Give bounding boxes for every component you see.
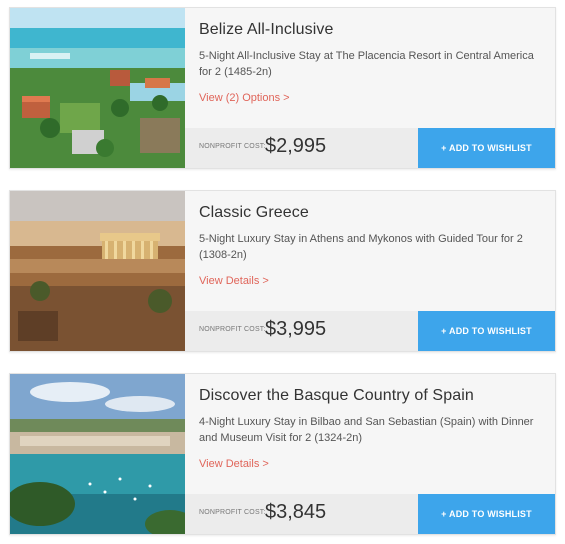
listing-title[interactable]: Discover the Basque Country of Spain: [199, 387, 543, 405]
price-bar: NONPROFIT COST: $3,995 + ADD TO WISHLIST: [185, 311, 555, 351]
listing-image-belize[interactable]: [10, 8, 185, 168]
listing-description: 5-Night All-Inclusive Stay at The Placen…: [199, 50, 534, 78]
nonprofit-cost-label: NONPROFIT COST:: [199, 509, 266, 516]
price-value: $2,995: [265, 135, 327, 157]
listing-info: Discover the Basque Country of Spain 4-N…: [199, 374, 543, 446]
price-bar: NONPROFIT COST: $2,995 + ADD TO WISHLIST: [185, 128, 555, 168]
listing-image-greece[interactable]: [10, 191, 185, 351]
listing-card-greece: Classic Greece 5-Night Luxury Stay in At…: [9, 190, 556, 352]
add-to-wishlist-button[interactable]: + ADD TO WISHLIST: [418, 128, 555, 168]
view-options-link[interactable]: View (2) Options >: [199, 92, 290, 104]
nonprofit-cost-label: NONPROFIT COST:: [199, 143, 266, 150]
listing-title[interactable]: Classic Greece: [199, 204, 543, 222]
price-bar: NONPROFIT COST: $3,845 + ADD TO WISHLIST: [185, 494, 555, 534]
listing-info: Belize All-Inclusive 5-Night All-Inclusi…: [199, 8, 543, 80]
listing-title[interactable]: Belize All-Inclusive: [199, 21, 543, 39]
listing-card-belize: Belize All-Inclusive 5-Night All-Inclusi…: [9, 7, 556, 169]
price-value: $3,845: [265, 501, 327, 523]
listing-description: 4-Night Luxury Stay in Bilbao and San Se…: [199, 416, 534, 444]
nonprofit-cost-label: NONPROFIT COST:: [199, 326, 266, 333]
listing-image-spain[interactable]: [10, 374, 185, 534]
add-to-wishlist-button[interactable]: + ADD TO WISHLIST: [418, 494, 555, 534]
price-value: $3,995: [265, 318, 327, 340]
view-details-link[interactable]: View Details >: [199, 458, 269, 470]
listing-info: Classic Greece 5-Night Luxury Stay in At…: [199, 191, 543, 263]
view-details-link[interactable]: View Details >: [199, 275, 269, 287]
listing-card-spain: Discover the Basque Country of Spain 4-N…: [9, 373, 556, 535]
add-to-wishlist-button[interactable]: + ADD TO WISHLIST: [418, 311, 555, 351]
listing-description: 5-Night Luxury Stay in Athens and Mykono…: [199, 233, 523, 261]
